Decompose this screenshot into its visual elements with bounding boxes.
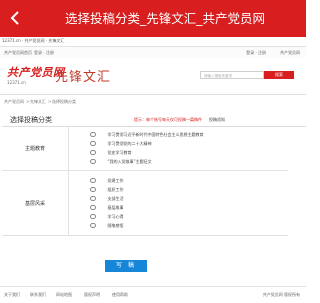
breadcrumb: 共产党员网 > 先锋文汇 > 选择投稿分类 [0, 94, 306, 108]
breadcrumb-separator: > [48, 99, 52, 104]
channel-title: 先锋文汇 [55, 70, 112, 85]
category-list: 主题教育 学习贯彻习近平新时代中国特色社会主义思想主题教育 学习贯彻党的二十大精… [2, 127, 288, 236]
category-group-name: 主题教育 [2, 127, 69, 170]
radio-icon[interactable] [90, 131, 96, 138]
category-option[interactable]: “我的入党故事”主题征文 [90, 157, 288, 166]
radio-icon[interactable] [90, 158, 96, 165]
toolbar-login-link[interactable]: 登录 · 注册 [34, 47, 54, 58]
radio-icon[interactable] [90, 140, 96, 147]
category-group-name: 基层风采 [2, 171, 69, 235]
radio-icon[interactable] [90, 149, 96, 156]
breadcrumb-current: 选择投稿分类 [52, 99, 76, 104]
address-text: 12371.cn · 共产党员网 · 先锋文汇 [2, 38, 65, 43]
panel-label: 选择投稿分类 [10, 116, 52, 124]
radio-icon[interactable] [90, 177, 96, 184]
category-option[interactable]: 学习心得 [90, 212, 288, 221]
site-logo-subtitle: 12371.cn [7, 80, 26, 85]
toolbar-site-link[interactable]: 共产党员网 [280, 47, 300, 58]
category-group: 基层风采 党建工作 组织工作 支部生活 基层故事 学习心得 随笔感悟 [2, 171, 288, 236]
category-option[interactable]: 支部生活 [90, 194, 288, 203]
category-option[interactable]: 党建工作 [90, 176, 288, 185]
category-panel-header: 选择投稿分类 提示：每个账号每天仅可投稿一篇稿件 投稿须知 [2, 114, 306, 127]
back-arrow-icon[interactable] [6, 9, 24, 27]
toolbar-home-link[interactable]: 共产党员网首页 [4, 47, 32, 58]
footer-link[interactable]: 关于我们 [4, 287, 20, 303]
write-submission-button[interactable]: 写 稿 [105, 260, 147, 272]
footer-link[interactable]: 网站地图 [56, 287, 72, 303]
breadcrumb-section[interactable]: 先锋文汇 [30, 95, 46, 108]
page-title: 选择投稿分类_先锋文汇_共产党员网 [64, 11, 265, 26]
search-button[interactable]: 搜索 [264, 71, 294, 79]
radio-icon[interactable] [90, 222, 96, 229]
breadcrumb-home[interactable]: 共产党员网 [4, 95, 24, 108]
category-group: 主题教育 学习贯彻习近平新时代中国特色社会主义思想主题教育 学习贯彻党的二十大精… [2, 127, 288, 171]
category-option[interactable]: 学习贯彻党的二十大精神 [90, 139, 288, 148]
radio-icon[interactable] [90, 186, 96, 193]
submission-guide-link[interactable]: 投稿须知 [209, 114, 225, 126]
category-option[interactable]: 党史学习教育 [90, 148, 288, 157]
radio-icon[interactable] [90, 213, 96, 220]
address-bar[interactable]: 12371.cn · 共产党员网 · 先锋文汇 [0, 37, 306, 45]
category-option[interactable]: 随笔感悟 [90, 221, 288, 230]
category-option[interactable]: 组织工作 [90, 185, 288, 194]
title-bar: 选择投稿分类_先锋文汇_共产党员网 [0, 0, 306, 37]
breadcrumb-separator: > [26, 99, 30, 104]
brand-header: 共产党员网 12371.cn 先锋文汇 请输入搜索关键词 搜索 [0, 58, 306, 94]
category-option[interactable]: 基层故事 [90, 203, 288, 212]
search-input[interactable]: 请输入搜索关键词 [200, 71, 264, 79]
footer-link[interactable]: 版权声明 [84, 287, 100, 303]
radio-icon[interactable] [90, 195, 96, 202]
footer-copyright: 共产党员网 版权所有 [262, 292, 300, 297]
category-option[interactable]: 学习贯彻习近平新时代中国特色社会主义思想主题教育 [90, 130, 288, 139]
footer-link[interactable]: 使用帮助 [112, 287, 128, 303]
submission-notice: 提示：每个账号每天仅可投稿一篇稿件 [134, 117, 202, 122]
toolbar-right-link[interactable]: 登录 · 注册 [246, 47, 266, 58]
footer: 关于我们 联系我们 网站地图 版权声明 使用帮助 共产党员网 版权所有 [0, 286, 306, 303]
radio-icon[interactable] [90, 204, 96, 211]
footer-link[interactable]: 联系我们 [30, 287, 46, 303]
